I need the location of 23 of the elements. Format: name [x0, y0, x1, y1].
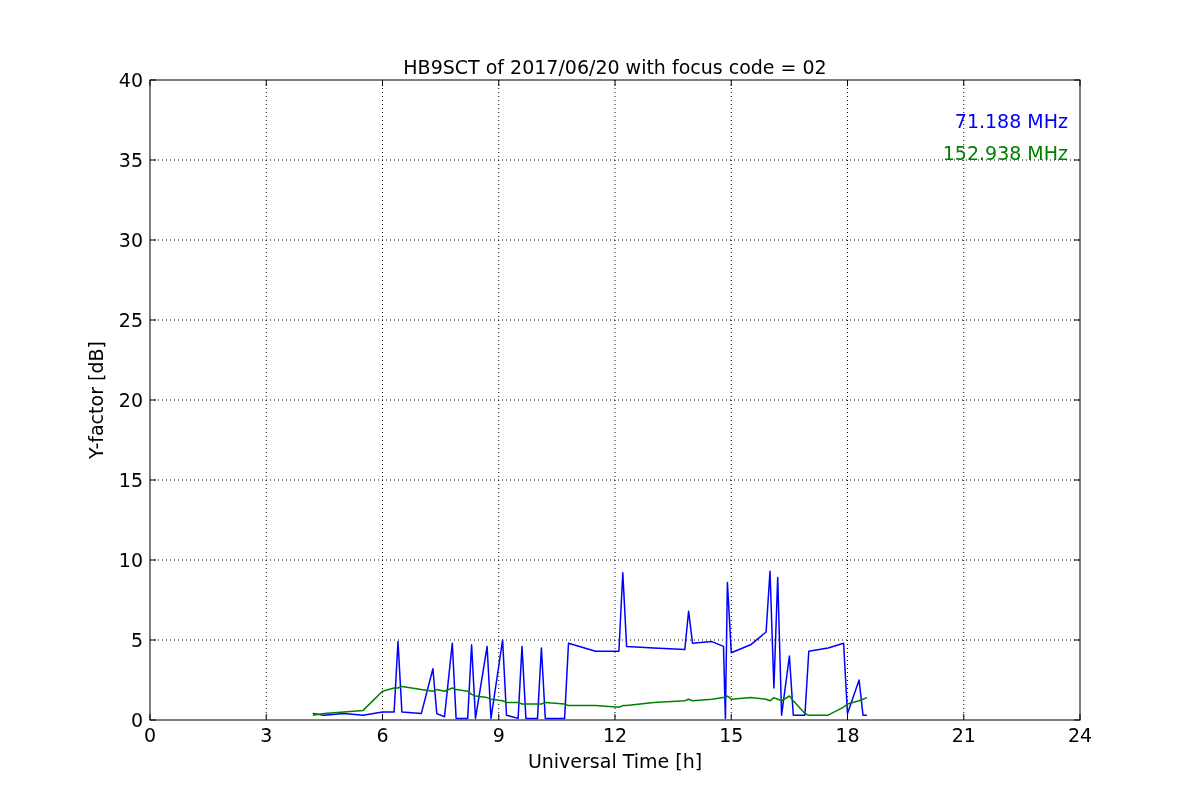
x-tick-label: 6 [376, 724, 389, 746]
x-tick-label: 15 [719, 724, 744, 746]
y-tick-label: 5 [130, 629, 143, 651]
y-tick-label: 30 [118, 229, 143, 251]
y-tick-label: 0 [130, 709, 143, 731]
chart-title: HB9SCT of 2017/06/20 with focus code = 02 [403, 56, 827, 78]
y-tick-label: 35 [118, 149, 143, 171]
x-tick-label: 21 [951, 724, 976, 746]
x-axis-label: Universal Time [h] [527, 750, 703, 772]
x-tick-label: 24 [1067, 724, 1093, 746]
legend-label: 152.938 MHz [942, 142, 1068, 164]
x-tick-label: 18 [835, 724, 860, 746]
x-tick-label: 3 [260, 724, 273, 746]
y-tick-label: 10 [118, 549, 143, 571]
y-axis-label: Y-factor [dB] [85, 341, 107, 459]
legend-label: 71.188 MHz [954, 110, 1068, 132]
y-tick-label: 40 [118, 69, 143, 91]
x-tick-label: 9 [492, 724, 505, 746]
x-tick-label: 0 [143, 724, 157, 746]
y-tick-label: 15 [118, 469, 143, 491]
y-tick-label: 25 [118, 309, 143, 331]
y-tick-label: 20 [118, 389, 143, 411]
x-tick-label: 12 [602, 724, 628, 746]
